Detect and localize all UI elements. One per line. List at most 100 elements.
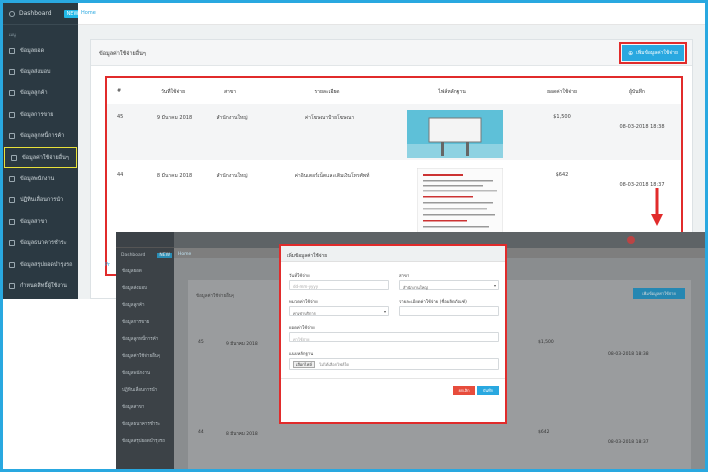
dashboard-label: Dashboard [19, 10, 52, 17]
sidebar-item[interactable]: ข้อมูลธนาคารชำระ [3, 233, 78, 254]
menu-item-icon [9, 197, 15, 204]
file-input[interactable]: เลือกไฟล์ ไม่ได้เลือกไฟล์ใด [289, 358, 499, 370]
sidebar-item[interactable]: กำหนดสิทธิ์ผู้ใช้งาน [3, 275, 78, 296]
menu-item-icon [9, 218, 15, 225]
menu-item-icon [9, 133, 15, 140]
overlay-row-date: 9 มีนาคม 2018 [226, 342, 258, 347]
sidebar-item[interactable]: ข้อมูลการขาย [3, 104, 78, 125]
menu-item-icon [9, 240, 15, 247]
overlay-breadcrumb[interactable]: Home [178, 252, 191, 257]
row-branch: สำนักงานใหญ่ [216, 173, 248, 179]
sidebar-dashboard[interactable]: Dashboard NEW [3, 3, 82, 25]
row-date: 9 มีนาคม 2018 [156, 115, 193, 121]
sidebar-item[interactable]: ปฏิทินเลื่อนการนำ [3, 190, 78, 211]
sidebar-item[interactable]: ข้อมูลสาขา [3, 211, 78, 232]
amount-input[interactable]: ค่าใช้จ่าย [289, 332, 499, 342]
sidebar-item[interactable]: ข้อมูลค่าใช้จ่ายอื่นๆ [4, 146, 77, 169]
row-no: 44 [117, 172, 124, 178]
billboard-image[interactable] [407, 110, 503, 158]
overlay-sidebar-item[interactable]: ข้อมูลยอด [116, 262, 174, 279]
breadcrumb[interactable]: Home [81, 10, 96, 16]
pagination[interactable]: Pr [105, 262, 110, 268]
sidebar-item-label: ข้อมูลธนาคารชำระ [20, 240, 67, 247]
sidebar-item[interactable]: ข้อมูลส่งมอบ [3, 61, 78, 82]
overlay-row-date: 8 มีนาคม 2018 [226, 432, 258, 437]
table-row[interactable]: 44 8 มีนาคม 2018 สำนักงานใหญ่ ค่าอินเตอร… [107, 162, 681, 242]
add-expense-button[interactable]: ⊕ เพิ่มข้อมูลค่าใช้จ่าย [619, 42, 687, 64]
overlay-add-button[interactable]: เพิ่มข้อมูลค่าใช้จ่าย [633, 288, 685, 299]
menu-item-icon [9, 111, 15, 118]
col-date: วันที่ใช้จ่าย [160, 89, 186, 95]
overlay-sidebar: Dashboard NEW ข้อมูลยอด ข้อมูลส่งมอบ ข้อมู… [116, 232, 174, 469]
col-branch: สาขา [223, 89, 237, 95]
overlay-sidebar-label: ข้อมูลส่งมอบ [122, 286, 147, 291]
overlay-sidebar-item[interactable]: ข้อมูลการขาย [116, 313, 174, 330]
sidebar-item[interactable]: ข้อมูลลูกค้า [3, 83, 78, 104]
date-input[interactable]: dd-mm-yyyy [289, 280, 389, 290]
menu-item-icon [9, 261, 15, 268]
menu-item-icon [9, 176, 15, 183]
sidebar-item[interactable]: ข้อมูลพนักงาน [3, 168, 78, 189]
overlay-row-recorded: 08-03-2018 18:38 [608, 352, 649, 357]
sidebar-item[interactable]: ข้อมูลลูกหนี้การค้า [3, 126, 78, 147]
overlay-sidebar-label: ข้อมูลลูกหนี้การค้า [122, 337, 159, 342]
category-select[interactable]: ค่าเช่าบริการ ▾ [289, 306, 389, 316]
detail-input[interactable] [399, 306, 499, 316]
overlay-sidebar-label: ข้อมูลการขาย [122, 320, 150, 325]
save-button[interactable]: บันทึก [477, 386, 499, 395]
row-recorded: 08-03-2018 18:37 [619, 182, 665, 188]
table-row[interactable]: 45 9 มีนาคม 2018 สำนักงานใหญ่ ค่าโฆษณาป้… [107, 104, 681, 160]
screenshot-frame: Dashboard NEW เมนู ข้อมูลยอด ข้อมูลส่งมอบ… [3, 3, 705, 469]
sidebar-item-label: ข้อมูลส่งมอบ [20, 69, 51, 76]
overlay-sidebar-label: ข้อมูลค่าใช้จ่ายอื่นๆ [122, 354, 161, 359]
col-detail: รายละเอียด [314, 89, 340, 95]
overlay-sidebar-label: ข้อมูลพนักงาน [122, 371, 151, 376]
save-label: บันทึก [482, 388, 494, 393]
dashboard-icon [9, 10, 15, 17]
sidebar-item[interactable]: ข้อมูลสรุปยอดบำรุงรถ [3, 254, 78, 275]
sidebar-item-label: ข้อมูลพนักงาน [20, 176, 55, 183]
overlay-row-no: 44 [198, 430, 204, 435]
category-select-value: ค่าเช่าบริการ [293, 311, 316, 316]
file-label: แนบหลักฐาน [289, 352, 314, 357]
menu-item-icon [9, 69, 15, 76]
overlay-sidebar-item[interactable]: ข้อมูลลูกหนี้การค้า [116, 330, 174, 347]
overlay-sidebar-item[interactable]: ข้อมูลสรุปยอดบำรุงรถ [116, 432, 174, 449]
overlay-sidebar-item[interactable]: ข้อมูลลูกค้า [116, 296, 174, 313]
overlay-sidebar-label: ข้อมูลธนาคารชำระ [122, 422, 161, 427]
overlay-sidebar-label: ข้อมูลสาขา [122, 405, 145, 410]
receipt-image[interactable] [417, 168, 503, 234]
overlay-sidebar-item[interactable]: ปฏิทินเลื่อนการนำ [116, 381, 174, 398]
sidebar-item-label: ข้อมูลลูกค้า [20, 90, 48, 97]
overlay-sidebar-item[interactable]: ข้อมูลส่งมอบ [116, 279, 174, 296]
cancel-button[interactable]: ยกเลิก [453, 386, 475, 395]
branch-select[interactable]: สำนักงานใหญ่ ▾ [399, 280, 499, 290]
chevron-down-icon: ▾ [493, 283, 496, 288]
plus-circle-icon: ⊕ [628, 49, 634, 57]
overlay-row-amount: $1,500 [538, 340, 554, 345]
sidebar-section-label: เมนู [9, 32, 16, 37]
overlay-dashboard-label[interactable]: Dashboard [121, 253, 145, 258]
sidebar-item-label: ข้อมูลลูกหนี้การค้า [20, 133, 65, 140]
row-amount: $1,500 [553, 114, 571, 120]
col-amount: ยอดค่าใช้จ่าย [547, 89, 577, 95]
row-no: 45 [117, 114, 124, 120]
sidebar-item-label: ข้อมูลยอด [20, 47, 45, 54]
sidebar-item-label: ข้อมูลสรุปยอดบำรุงรถ [20, 261, 73, 268]
col-file: ไฟล์หลักฐาน [438, 89, 466, 95]
overlay-sidebar-item[interactable]: ข้อมูลพนักงาน [116, 364, 174, 381]
panel-title: ข้อมูลค่าใช้จ่ายอื่นๆ [99, 51, 146, 57]
overlay-sidebar-item[interactable]: ข้อมูลสาขา [116, 398, 174, 415]
choose-file-button[interactable]: เลือกไฟล์ [293, 361, 315, 368]
detail-label: รายละเอียดค่าใช้จ่าย (ชื่อผลิตภัณฑ์) [399, 300, 467, 305]
sidebar-item[interactable]: ข้อมูลยอด [3, 40, 78, 61]
overlay-sidebar-item[interactable]: ข้อมูลค่าใช้จ่ายอื่นๆ [116, 347, 174, 364]
modal-title: เพิ่มข้อมูลค่าใช้จ่าย [281, 246, 505, 262]
row-amount: $642 [555, 172, 569, 178]
overlay-user-avatar[interactable] [627, 236, 635, 244]
date-label: วันที่ใช้จ่าย [289, 274, 310, 279]
sidebar-item-label: ข้อมูลสาขา [20, 218, 48, 225]
panel-header: ข้อมูลค่าใช้จ่ายอื่นๆ ⊕ เพิ่มข้อมูลค่าใช… [91, 40, 692, 66]
menu-item-icon [9, 90, 15, 97]
overlay-sidebar-item[interactable]: ข้อมูลธนาคารชำระ [116, 415, 174, 432]
